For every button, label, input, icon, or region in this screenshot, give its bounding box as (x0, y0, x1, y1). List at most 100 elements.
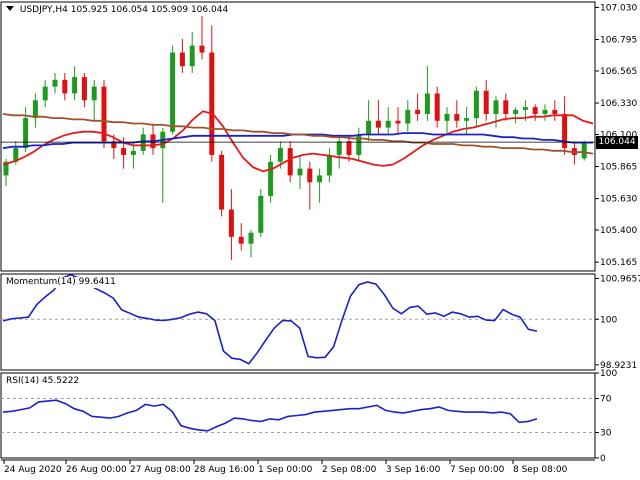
candle-body (287, 148, 293, 176)
candle-body (464, 118, 470, 121)
candle-body (258, 195, 264, 233)
candle (415, 93, 421, 121)
candle-body (366, 120, 372, 135)
candle (101, 79, 107, 149)
price-tick-label: 105.865 (600, 163, 637, 173)
candle (209, 25, 215, 162)
candle (219, 150, 225, 217)
price-tick-label: 105.165 (600, 258, 637, 268)
time-tick-label: 2 Sep 08:00 (322, 465, 377, 475)
candle-body (542, 109, 548, 114)
candle (326, 148, 332, 183)
candle-body (209, 52, 215, 155)
rsi-tick-label: 100 (600, 369, 617, 379)
candle-body (91, 86, 97, 101)
candle (503, 93, 509, 121)
candle-body (189, 45, 195, 67)
candle (81, 73, 87, 108)
candle-body (395, 120, 401, 124)
candle (464, 107, 470, 135)
price-tick-label: 106.565 (600, 67, 637, 77)
candle-body (179, 52, 185, 67)
candle (532, 104, 538, 121)
momentum-header: Momentum(14) 99.6411 (6, 277, 116, 288)
candle-body (170, 52, 176, 132)
candle (562, 96, 568, 155)
chart-canvas: 107.030106.795106.565106.330106.100105.8… (0, 1, 640, 475)
candle (189, 32, 195, 74)
candle-body (336, 141, 342, 155)
candle (307, 161, 313, 210)
candle-body (228, 209, 234, 237)
price-tick-label: 105.400 (600, 226, 637, 236)
candle (385, 107, 391, 135)
time-tick-label: 26 Aug 00:00 (66, 465, 127, 475)
candle-body (326, 154, 332, 176)
candle-body (307, 168, 313, 183)
candle-body (375, 120, 381, 128)
candle (91, 79, 97, 121)
candle-body (238, 236, 244, 244)
collapse-arrow-icon (6, 6, 14, 11)
candle-body (268, 161, 274, 196)
time-tick-label: 3 Sep 16:00 (386, 465, 441, 475)
candle (434, 86, 440, 128)
candle-body (62, 79, 68, 94)
candle (62, 73, 68, 101)
price-tick-label: 107.030 (600, 3, 637, 13)
candle (424, 66, 430, 121)
candle (493, 96, 499, 128)
candle (228, 189, 234, 261)
time-tick-label: 7 Sep 00:00 (450, 465, 505, 475)
rsi-tick-label: 70 (600, 395, 612, 405)
candle-body (346, 141, 352, 155)
candle (454, 100, 460, 128)
candle-body (297, 168, 303, 176)
candle (287, 141, 293, 183)
candle-body (522, 107, 528, 110)
candle (32, 93, 38, 128)
candle-body (32, 100, 38, 119)
candle-body (415, 109, 421, 114)
candle-body (23, 118, 29, 149)
candle-body (385, 120, 391, 128)
candle-body (562, 113, 568, 149)
candle-body (42, 86, 48, 101)
candle (444, 107, 450, 135)
momentum-tick-label: 100 (600, 315, 617, 325)
momentum-line (2, 273, 538, 365)
candle-body (552, 109, 558, 114)
candle-body (444, 113, 450, 121)
candle (199, 11, 205, 60)
candle-body (219, 154, 225, 210)
candle-body (81, 77, 87, 101)
candle (258, 189, 264, 237)
price-tick-label: 106.330 (600, 99, 637, 109)
candle (483, 79, 489, 121)
candle (552, 100, 558, 121)
chart-header: USDJPY,H4 105.925 106.054 105.909 106.04… (6, 5, 229, 16)
candle (170, 45, 176, 135)
candle (336, 134, 342, 169)
candle-body (532, 107, 538, 114)
candle (297, 154, 303, 190)
candle-body (72, 77, 78, 94)
candle (375, 100, 381, 135)
symbol-label: USDJPY,H4 (19, 5, 68, 15)
time-tick-label: 28 Aug 16:00 (194, 465, 255, 475)
candle (395, 107, 401, 135)
candle-body (356, 134, 362, 155)
rsi-header: RSI(14) 45.5222 (6, 376, 80, 387)
candle (248, 230, 254, 258)
candle (150, 123, 156, 155)
candle (179, 38, 185, 74)
candle-body (581, 142, 587, 159)
candle (542, 104, 548, 121)
candle (52, 73, 58, 94)
candle-body (434, 93, 440, 121)
candle-body (483, 90, 489, 114)
candle-body (277, 148, 283, 162)
candle-body (140, 134, 146, 151)
ohlc-values: 105.925 106.054 105.909 106.044 (70, 5, 229, 15)
candle-body (424, 93, 430, 114)
